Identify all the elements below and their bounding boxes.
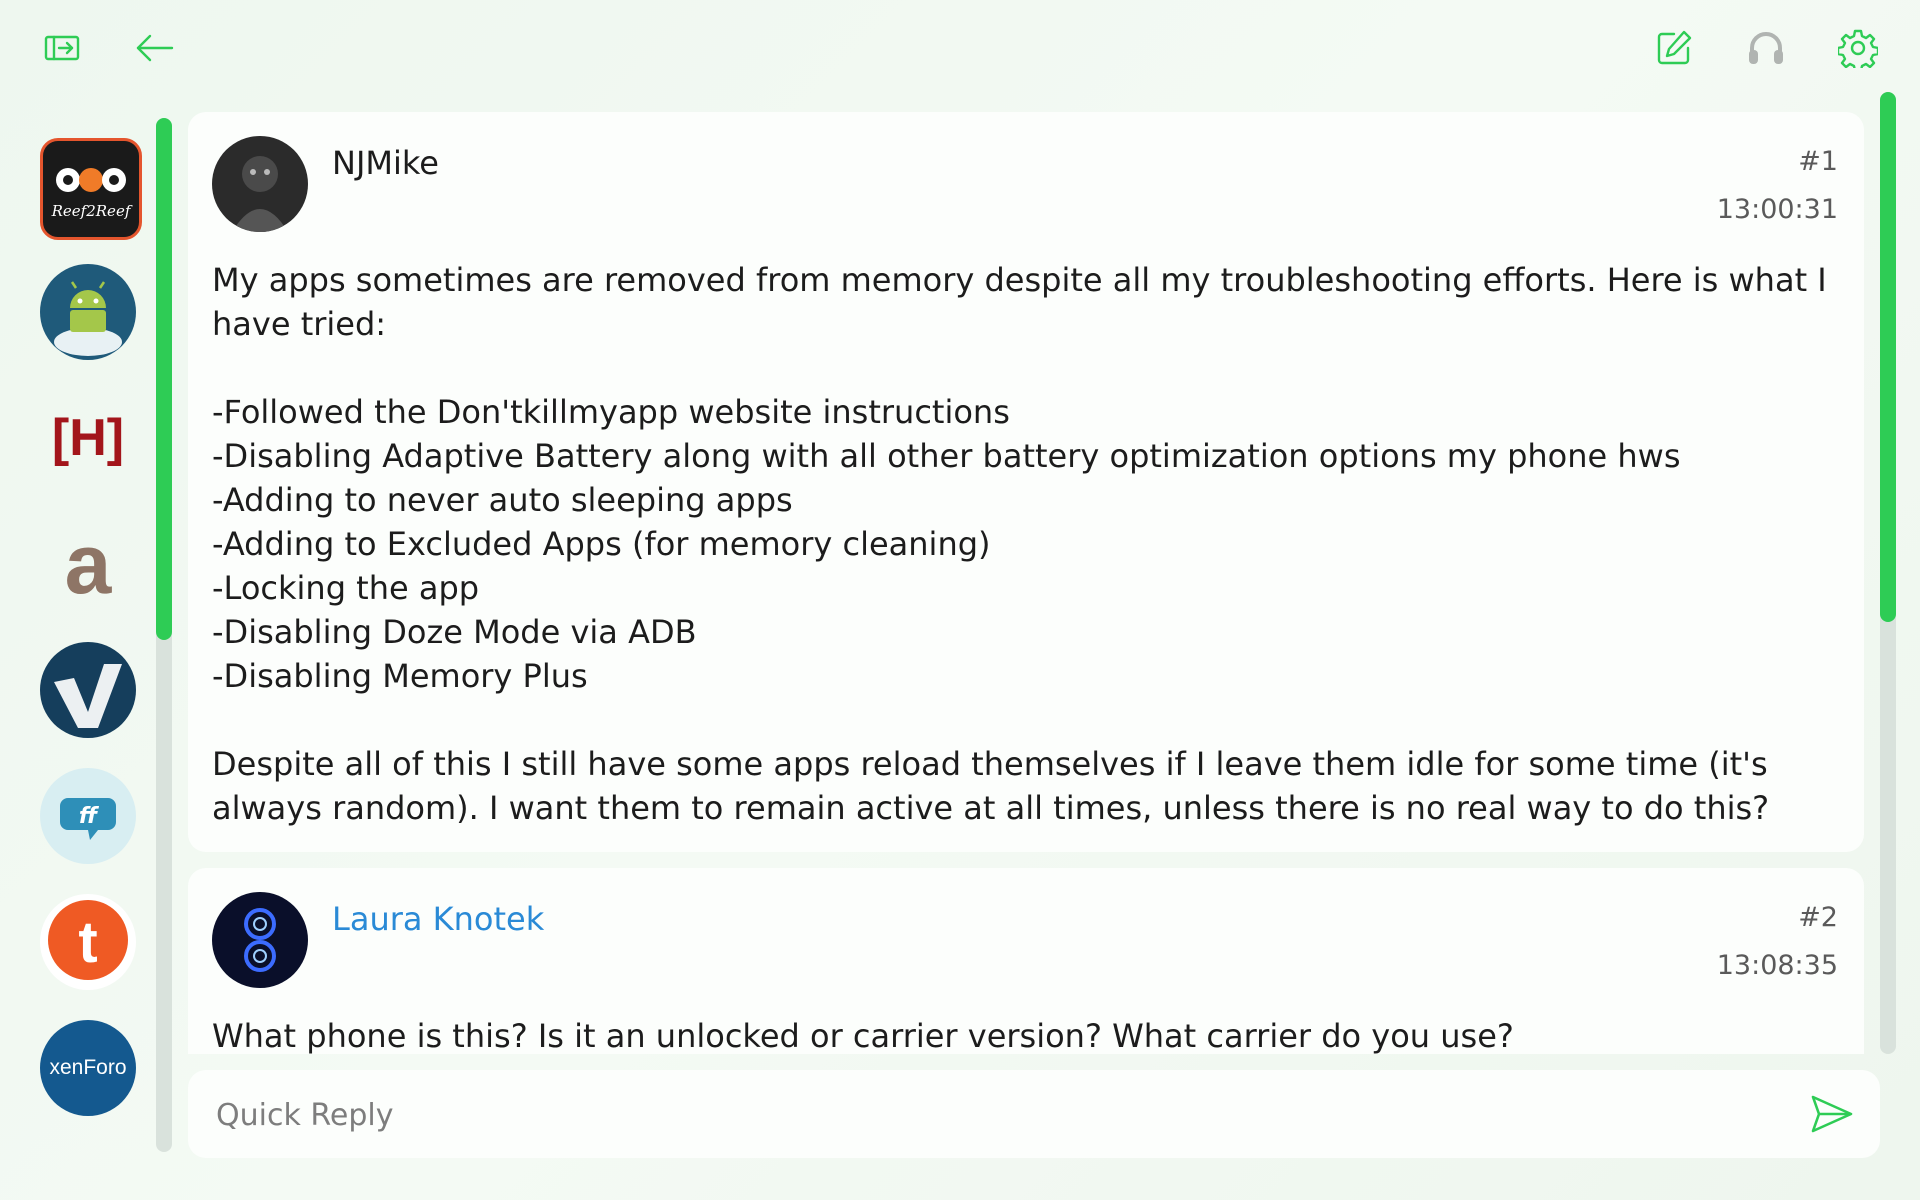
forum-android[interactable]: [40, 264, 136, 360]
post-time: 13:08:35: [1716, 950, 1838, 981]
post-time: 13:00:31: [1716, 194, 1838, 225]
post-body: What phone is this? Is it an unlocked or…: [212, 1014, 1842, 1054]
thread-scrollbar[interactable]: [1880, 92, 1896, 1054]
post-body: My apps sometimes are removed from memor…: [212, 258, 1842, 830]
quick-reply-bar: [188, 1070, 1880, 1158]
thread-scrollbar-thumb[interactable]: [1880, 92, 1896, 622]
post-paragraph: -Adding to Excluded Apps (for memory cle…: [212, 525, 991, 563]
a-forum-logo: a: [64, 517, 112, 611]
hardforum-logo: [H]: [51, 409, 125, 467]
sidebar-scrollbar-thumb[interactable]: [156, 118, 172, 640]
svg-text:t: t: [78, 910, 97, 975]
forum-ff[interactable]: ff: [40, 768, 136, 864]
post-paragraph: -Followed the Don'tkillmyapp website ins…: [212, 393, 1010, 431]
headphones-icon: [1749, 32, 1783, 64]
thread-view: NJMike #1 13:00:31 My apps sometimes are…: [188, 110, 1864, 1054]
post-number: #1: [1798, 146, 1838, 177]
v-forum-logo-icon: [54, 664, 122, 728]
top-toolbar: [0, 0, 1920, 96]
tapatalk-logo-icon: t: [48, 900, 128, 980]
xenforo-logo: xenForo: [49, 1056, 127, 1079]
forum-a[interactable]: a: [40, 516, 136, 612]
forum-tapatalk[interactable]: t: [40, 894, 136, 990]
svg-text:Reef2Reef: Reef2Reef: [51, 202, 133, 220]
android-logo-icon: [54, 281, 122, 356]
post-number: #2: [1798, 902, 1838, 933]
post-paragraph: -Adding to never auto sleeping apps: [212, 481, 793, 519]
compose-button[interactable]: [1646, 20, 1702, 76]
send-icon: [1811, 1095, 1853, 1133]
post-paragraph: What phone is this? Is it an unlocked or…: [212, 1017, 1514, 1054]
back-arrow-icon: [136, 34, 174, 62]
post: Laura Knotek #2 13:08:35 What phone is t…: [188, 868, 1864, 1054]
post-paragraph: -Disabling Adaptive Battery along with a…: [212, 437, 1681, 475]
compose-icon: [1657, 30, 1692, 65]
avatar[interactable]: [212, 892, 308, 988]
sidebar-scrollbar[interactable]: [156, 118, 172, 1152]
post-paragraph: My apps sometimes are removed from memor…: [212, 261, 1827, 343]
back-button[interactable]: [126, 20, 182, 76]
avatar[interactable]: [212, 136, 308, 232]
svg-text:ff: ff: [79, 804, 100, 829]
gear-icon: [1838, 29, 1878, 68]
settings-button[interactable]: [1830, 20, 1886, 76]
forum-hardforum[interactable]: [H]: [40, 390, 136, 486]
sidebar-toggle-icon: [44, 35, 80, 61]
avatar-image: [212, 136, 308, 232]
post-paragraph: -Locking the app: [212, 569, 480, 607]
headphones-button[interactable]: [1738, 20, 1794, 76]
post-author[interactable]: NJMike: [332, 144, 439, 182]
forum-v[interactable]: [40, 642, 136, 738]
post: NJMike #1 13:00:31 My apps sometimes are…: [188, 112, 1864, 852]
ff-forum-logo-icon: ff: [60, 798, 116, 840]
sidebar-toggle-button[interactable]: [34, 20, 90, 76]
post-paragraph: Despite all of this I still have some ap…: [212, 745, 1770, 827]
quick-reply-input[interactable]: [214, 1088, 1778, 1142]
send-button[interactable]: [1806, 1088, 1858, 1140]
avatar-image: [212, 892, 308, 988]
post-paragraph: -Disabling Doze Mode via ADB: [212, 613, 697, 651]
post-author[interactable]: Laura Knotek: [332, 900, 544, 938]
post-paragraph: -Disabling Memory Plus: [212, 657, 588, 695]
forum-reef2reef[interactable]: Reef2Reef: [40, 138, 142, 240]
reef2reef-logo-icon: Reef2Reef: [51, 168, 133, 220]
forum-xenforo[interactable]: xenForo: [40, 1020, 136, 1116]
